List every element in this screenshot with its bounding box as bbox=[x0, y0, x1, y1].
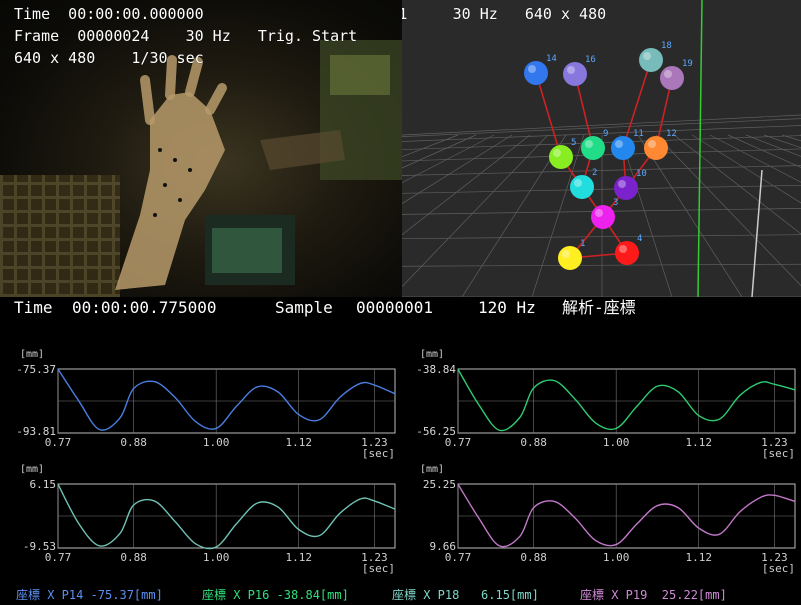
y-min-label: 9.66 bbox=[430, 540, 457, 553]
y-max-label: -38.84 bbox=[416, 363, 456, 376]
x-unit-label: [sec] bbox=[762, 447, 795, 460]
3d-scene-canvas: 1 432 1059 11 1214 161819 bbox=[402, 0, 801, 297]
legend-p16: 座標 X P16 -38.84[mm] bbox=[202, 588, 349, 602]
marker-14[interactable] bbox=[524, 61, 548, 85]
legend-p18: 座標 X P18 6.15[mm] bbox=[392, 588, 539, 602]
marker-label-10: 10 bbox=[636, 169, 647, 179]
marker-label-18: 18 bbox=[661, 41, 672, 51]
x-tick-label: 0.88 bbox=[120, 436, 147, 449]
legend-p14: 座標 X P14 -75.37[mm] bbox=[16, 588, 163, 602]
y-max-label: 25.25 bbox=[423, 478, 456, 491]
marker-label-4: 4 bbox=[637, 234, 642, 244]
marker-label-1: 1 bbox=[580, 239, 585, 249]
chart-2: 0.77 0.88 1.00 1.12 1.23[mm]-38.84-56.25[sec… bbox=[416, 349, 796, 460]
x-tick-label: 1.00 bbox=[603, 551, 630, 564]
y-unit-label: [mm] bbox=[420, 349, 444, 360]
y-unit-label: [mm] bbox=[20, 349, 44, 360]
x-tick-label: 1.12 bbox=[685, 436, 712, 449]
y-max-label: -75.37 bbox=[16, 363, 56, 376]
marker-1[interactable] bbox=[558, 246, 582, 270]
x-tick-label: 1.12 bbox=[685, 551, 712, 564]
marker-spheres: 1 432 1059 11 1214 161819 bbox=[524, 41, 693, 270]
marker-18[interactable] bbox=[639, 48, 663, 72]
series-line bbox=[57, 368, 396, 431]
analysis-rate: 120 Hz bbox=[478, 298, 536, 317]
x-tick-label: 1.00 bbox=[203, 436, 230, 449]
x-unit-label: [sec] bbox=[362, 562, 395, 575]
analysis-graph-panel: Time 00:00:00.775000 Sample 00000001 120… bbox=[0, 297, 801, 605]
marker-label-19: 19 bbox=[682, 59, 693, 69]
marker-11[interactable] bbox=[611, 136, 635, 160]
analysis-sample-label: Sample bbox=[275, 298, 333, 317]
marker-label-11: 11 bbox=[633, 129, 644, 139]
x-tick-label: 1.00 bbox=[603, 436, 630, 449]
y-max-label: 6.15 bbox=[30, 478, 57, 491]
marker-label-9: 9 bbox=[603, 129, 608, 139]
y-min-label: -9.53 bbox=[23, 540, 56, 553]
camera-video-view[interactable]: Time 00:00:00.000000 Frame 00000024 30 H… bbox=[0, 0, 402, 297]
video-time-readout: Time 00:00:00.000000 bbox=[14, 5, 204, 23]
video-frame-readout: Frame 00000024 30 Hz Trig. Start bbox=[14, 27, 358, 45]
x-tick-label: 1.00 bbox=[203, 551, 230, 564]
y-unit-label: [mm] bbox=[20, 464, 44, 475]
x-tick-label: 1.12 bbox=[285, 436, 312, 449]
x-tick-label: 0.88 bbox=[520, 551, 547, 564]
series-line bbox=[457, 483, 796, 548]
chart-1: 0.77 0.88 1.00 1.12 1.23[mm]-75.37-93.81[sec… bbox=[16, 349, 396, 460]
y-unit-label: [mm] bbox=[420, 464, 444, 475]
marker-2[interactable] bbox=[570, 175, 594, 199]
analysis-time-label: Time bbox=[14, 298, 53, 317]
x-unit-label: [sec] bbox=[762, 562, 795, 575]
x-tick-label: 1.12 bbox=[285, 551, 312, 564]
marker-12[interactable] bbox=[644, 136, 668, 160]
3d-marker-view[interactable]: 14321059111214161819 Frame 00000001 30 H… bbox=[402, 0, 801, 297]
x-tick-label: 0.88 bbox=[520, 436, 547, 449]
series-line bbox=[457, 368, 796, 432]
scene-frame-readout: Frame 00000001 30 Hz 640 x 480 bbox=[402, 5, 607, 23]
x-tick-label: 0.88 bbox=[120, 551, 147, 564]
marker-label-12: 12 bbox=[666, 129, 677, 139]
analysis-sample-value: 00000001 bbox=[356, 298, 434, 317]
axis-line-green bbox=[697, 0, 703, 297]
series-line bbox=[57, 483, 396, 550]
y-min-label: -56.25 bbox=[416, 425, 456, 438]
marker-label-16: 16 bbox=[585, 55, 596, 65]
y-min-label: -93.81 bbox=[16, 425, 56, 438]
marker-label-3: 3 bbox=[613, 198, 618, 208]
video-resolution-readout: 640 x 480 1/30 sec bbox=[14, 49, 204, 67]
marker-5[interactable] bbox=[549, 145, 573, 169]
marker-9[interactable] bbox=[581, 136, 605, 160]
marker-19[interactable] bbox=[660, 66, 684, 90]
marker-10[interactable] bbox=[614, 176, 638, 200]
analysis-time-value: 00:00:00.775000 bbox=[72, 298, 217, 317]
legend-p19: 座標 X P19 25.22[mm] bbox=[580, 588, 727, 602]
analysis-mode: 解析-座標 bbox=[562, 298, 636, 317]
x-unit-label: [sec] bbox=[362, 447, 395, 460]
marker-4[interactable] bbox=[615, 241, 639, 265]
chart-3: 0.77 0.88 1.00 1.12 1.23[mm]6.15-9.53[sec] bbox=[20, 464, 396, 575]
shirt-region bbox=[0, 175, 120, 297]
marker-label-14: 14 bbox=[546, 54, 557, 64]
marker-label-2: 2 bbox=[592, 168, 597, 178]
marker-label-5: 5 bbox=[571, 138, 576, 148]
marker-16[interactable] bbox=[563, 62, 587, 86]
chart-4: 0.77 0.88 1.00 1.12 1.23[mm]25.259.66[sec] bbox=[420, 464, 796, 575]
marker-3[interactable] bbox=[591, 205, 615, 229]
axis-line-white bbox=[751, 169, 763, 297]
